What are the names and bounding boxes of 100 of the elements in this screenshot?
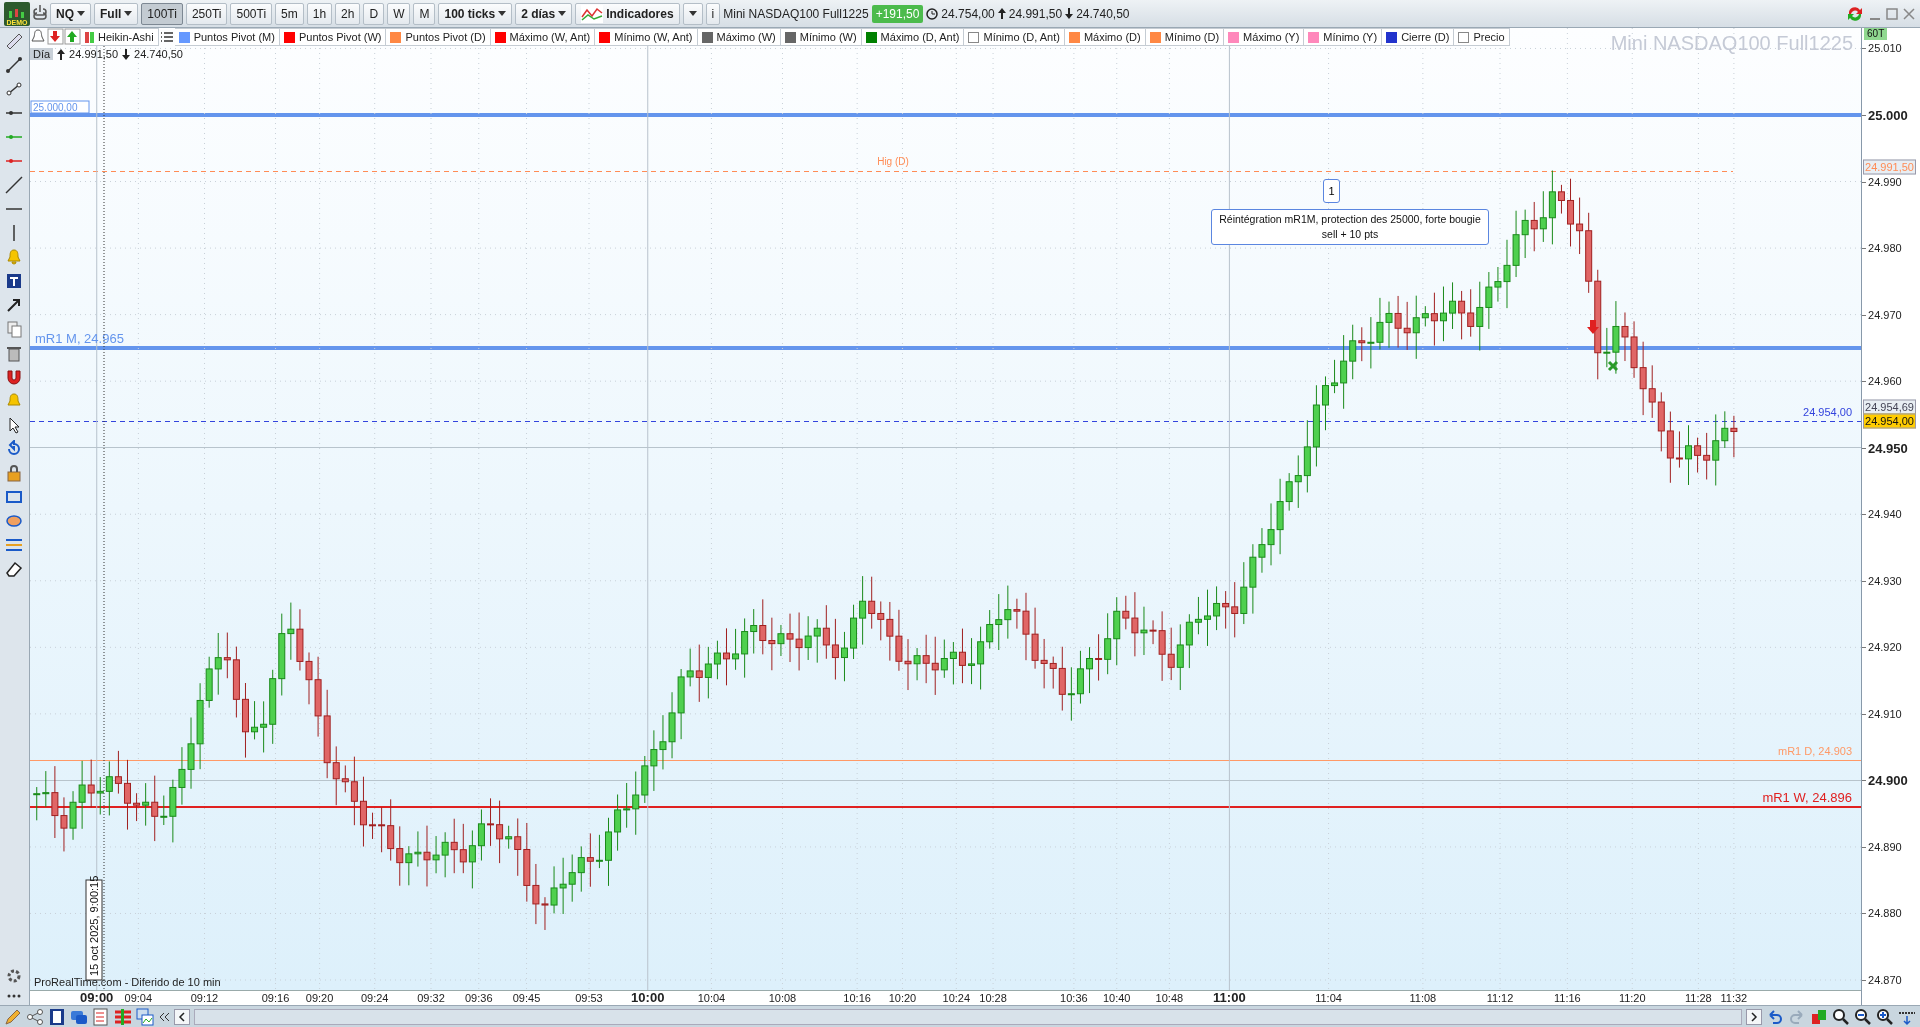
rectangle-icon[interactable]: [5, 488, 24, 506]
annotation-note[interactable]: Réintégration mR1M, protection des 25000, forte bougie sell + 10 pts: [1211, 209, 1489, 245]
caret-icon[interactable]: [124, 11, 133, 16]
timeframe-button[interactable]: 500Ti: [230, 2, 273, 25]
double-chevron-icon[interactable]: [158, 1010, 170, 1023]
buy-order-icon[interactable]: [64, 28, 81, 45]
price-label: 24.880: [1868, 907, 1902, 920]
timeframe-button[interactable]: 5m: [275, 2, 304, 25]
segment-icon[interactable]: [5, 80, 24, 98]
annotation-number[interactable]: 1: [1323, 179, 1340, 203]
ticks-dropdown[interactable]: 100 ticks: [438, 2, 513, 25]
caret-icon[interactable]: [688, 11, 697, 16]
fibonacci-icon[interactable]: [5, 536, 24, 554]
timeframe-button[interactable]: 2h: [335, 2, 361, 25]
legend-item[interactable]: Mínimo (Y): [1304, 28, 1383, 46]
time-label: 09:36: [465, 991, 493, 1005]
scroll-left-button[interactable]: [174, 1008, 190, 1025]
indicators-menu-button[interactable]: [682, 2, 703, 25]
legend-item[interactable]: Máximo (W, Ant): [490, 28, 596, 46]
period-high: 24.991,50: [69, 48, 119, 60]
time-label: 11:32: [1720, 991, 1748, 1005]
price-tag: 24.991,50: [1863, 159, 1916, 175]
legend-item[interactable]: Mínimo (D, Ant): [964, 28, 1065, 46]
zoom-out-icon[interactable]: [1854, 1007, 1872, 1026]
sell-order-icon[interactable]: [47, 28, 64, 45]
legend-item[interactable]: Puntos Pivot (D): [386, 28, 491, 46]
caret-icon[interactable]: [558, 11, 567, 16]
legend-item[interactable]: Máximo (D): [1064, 28, 1146, 46]
line-icon[interactable]: [5, 56, 24, 74]
symbol-dropdown[interactable]: NQ: [50, 2, 91, 25]
chevron-right-icon[interactable]: [1750, 1011, 1758, 1022]
timeframe-button[interactable]: 1h: [306, 2, 333, 25]
diagonal-line-icon[interactable]: [5, 176, 24, 194]
share-icon[interactable]: [26, 1007, 44, 1026]
time-label: 10:16: [843, 991, 871, 1005]
caret-icon[interactable]: [498, 11, 507, 16]
legend-item[interactable]: Puntos Pivot (M): [174, 28, 280, 46]
zoom-in-icon[interactable]: [1876, 1007, 1894, 1026]
legend-item[interactable]: Mínimo (W, Ant): [595, 28, 698, 46]
scrollbar[interactable]: [194, 1008, 1742, 1025]
scroll-right-button[interactable]: [1746, 1008, 1762, 1025]
bars-icon[interactable]: [114, 1007, 132, 1026]
time-label: 11:00: [1213, 991, 1246, 1005]
time-label: 10:08: [768, 991, 797, 1005]
timeframe-button[interactable]: M: [413, 2, 436, 25]
price-label: 24.940: [1868, 508, 1902, 521]
panel-icon[interactable]: [48, 1007, 66, 1026]
high-price: 24.991,50: [1008, 6, 1063, 21]
timeframe-button[interactable]: W: [387, 2, 411, 25]
legend-item[interactable]: Mínimo (D): [1145, 28, 1225, 46]
time-label: 09:04: [124, 991, 153, 1005]
close-icon[interactable]: [1902, 6, 1916, 21]
undo-icon[interactable]: [1766, 1007, 1784, 1026]
time-label: 10:00: [631, 991, 665, 1005]
windows-icon[interactable]: [136, 1007, 154, 1026]
zoom-fit-icon[interactable]: [1832, 1007, 1850, 1026]
time-label: 10:20: [888, 991, 917, 1005]
ruler-icon[interactable]: [5, 32, 24, 50]
mode-dropdown[interactable]: Full: [94, 2, 139, 25]
list-icon[interactable]: [92, 1007, 110, 1026]
caret-icon[interactable]: [77, 11, 85, 16]
info-button[interactable]: i: [705, 2, 721, 25]
ellipse-icon[interactable]: [5, 512, 24, 530]
legend-item[interactable]: Mínimo (W): [780, 28, 862, 46]
indicators-button[interactable]: Indicadores: [575, 2, 680, 25]
time-label: 09:16: [261, 991, 290, 1005]
chart-icon[interactable]: [581, 4, 604, 23]
text-icon[interactable]: [5, 272, 24, 290]
legend-item[interactable]: Máximo (W): [697, 28, 781, 46]
low-price: 24.740,50: [1076, 6, 1130, 21]
bell-icon[interactable]: [30, 28, 47, 45]
interval-badge: 60T: [1864, 28, 1888, 40]
timeframe-button[interactable]: 100Ti: [141, 2, 183, 25]
legend-item[interactable]: Puntos Pivot (W): [279, 28, 387, 46]
eraser-icon[interactable]: [5, 560, 24, 578]
time-label: 11:12: [1486, 991, 1514, 1005]
legend-item[interactable]: Precio: [1454, 28, 1510, 46]
up-arrow-icon: [57, 48, 66, 60]
copy-icon[interactable]: [5, 320, 24, 338]
timeframe-button[interactable]: D: [363, 2, 385, 25]
chart-type-item[interactable]: Heikin-Ashi: [81, 28, 159, 46]
sell-arrow-icon: [1587, 320, 1599, 334]
time-label: 11:20: [1618, 991, 1646, 1005]
level-label: mR1 W, 24.896: [1762, 790, 1852, 805]
lock-icon[interactable]: [5, 464, 24, 482]
timeframe-button[interactable]: 250Ti: [185, 2, 228, 25]
legend-item[interactable]: Cierre (D): [1382, 28, 1455, 46]
time-label: 09:53: [575, 991, 603, 1005]
pencil-icon[interactable]: [4, 1007, 22, 1026]
legend-item[interactable]: Máximo (Y): [1224, 28, 1305, 46]
time-label: 10:24: [942, 991, 971, 1005]
level-label: Hig (D): [877, 155, 909, 167]
candles-icon: [85, 31, 94, 43]
level-label: 24.954,00: [1803, 406, 1852, 418]
magnet-icon[interactable]: [5, 368, 24, 386]
legend-item[interactable]: Máximo (D, Ant): [861, 28, 965, 46]
chevron-left-icon[interactable]: [178, 1011, 186, 1022]
range-dropdown[interactable]: 2 días: [515, 2, 573, 25]
last-price: 24.754,00: [941, 6, 995, 21]
trash-icon[interactable]: [5, 344, 24, 362]
